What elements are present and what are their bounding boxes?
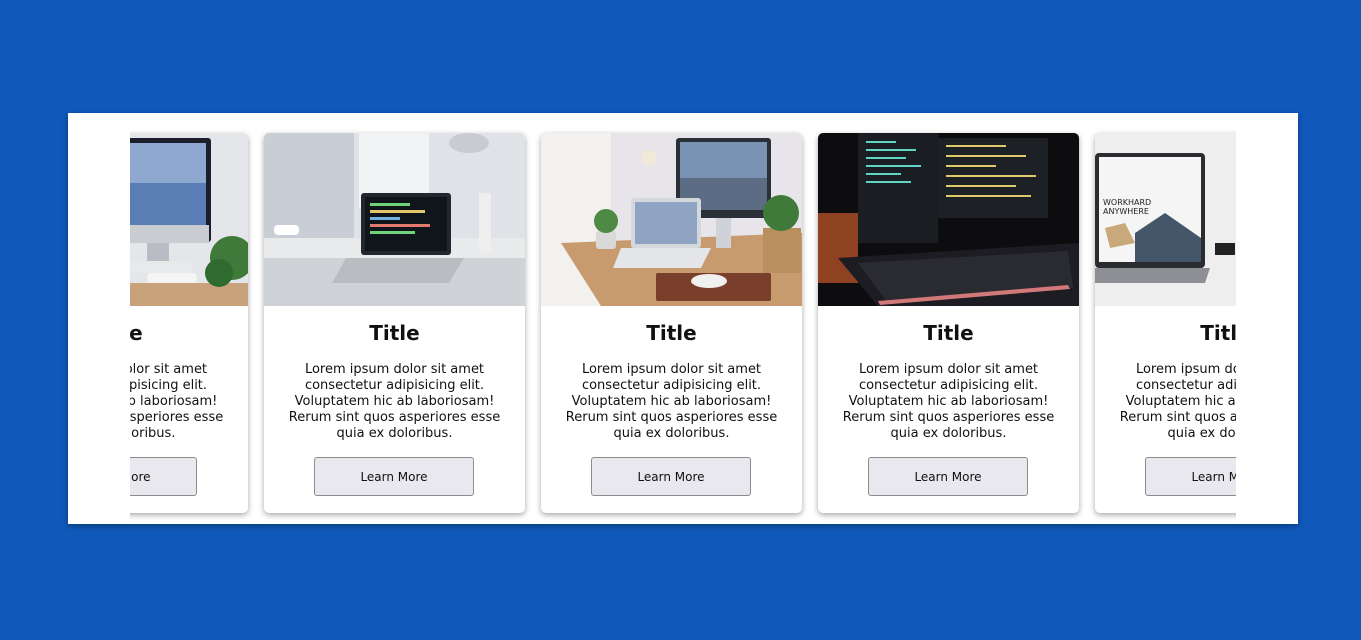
workhard-caption: WORKHARD <box>1103 198 1151 207</box>
card-title: Title <box>130 321 143 345</box>
card-image: WORKHARD ANYWHERE <box>1095 133 1236 306</box>
dark-keyboard-code-photo-icon <box>818 133 1079 306</box>
learn-more-button[interactable]: Learn More <box>1145 457 1236 496</box>
card: Title Lorem ipsum dolor sit amet consect… <box>264 133 525 513</box>
laptop-code-desk-photo-icon <box>264 133 525 306</box>
learn-more-button[interactable]: Learn More <box>868 457 1028 496</box>
workhard-laptop-photo-icon: WORKHARD ANYWHERE <box>1095 133 1236 306</box>
carousel-panel: Title Lorem ipsum dolor sit amet consect… <box>68 113 1298 524</box>
learn-more-button[interactable]: Learn More <box>314 457 474 496</box>
desk-imac-photo-icon <box>130 133 248 306</box>
card-text: Lorem ipsum dolor sit amet consectetur a… <box>565 362 778 441</box>
card-image <box>264 133 525 306</box>
card-title: Title <box>923 321 974 345</box>
card-image <box>818 133 1079 306</box>
learn-more-button[interactable]: Learn More <box>130 457 197 496</box>
card: Title Lorem ipsum dolor sit amet consect… <box>818 133 1079 513</box>
card-image <box>541 133 802 306</box>
card: Title Lorem ipsum dolor sit amet consect… <box>541 133 802 513</box>
learn-more-button[interactable]: Learn More <box>591 457 751 496</box>
anywhere-caption: ANYWHERE <box>1103 207 1149 216</box>
card-text: Lorem ipsum dolor sit amet consectetur a… <box>130 362 224 441</box>
card: WORKHARD ANYWHERE Title Lorem ipsum dolo… <box>1095 133 1236 513</box>
wooden-desk-laptop-photo-icon <box>541 133 802 306</box>
card-image <box>130 133 248 306</box>
card: Title Lorem ipsum dolor sit amet consect… <box>130 133 248 513</box>
card-text: Lorem ipsum dolor sit amet consectetur a… <box>842 362 1055 441</box>
carousel-viewport[interactable]: Title Lorem ipsum dolor sit amet consect… <box>130 113 1236 524</box>
card-text: Lorem ipsum dolor sit amet consectetur a… <box>1119 362 1236 441</box>
card-text: Lorem ipsum dolor sit amet consectetur a… <box>288 362 501 441</box>
card-title: Title <box>1200 321 1236 345</box>
card-title: Title <box>369 321 420 345</box>
card-title: Title <box>646 321 697 345</box>
